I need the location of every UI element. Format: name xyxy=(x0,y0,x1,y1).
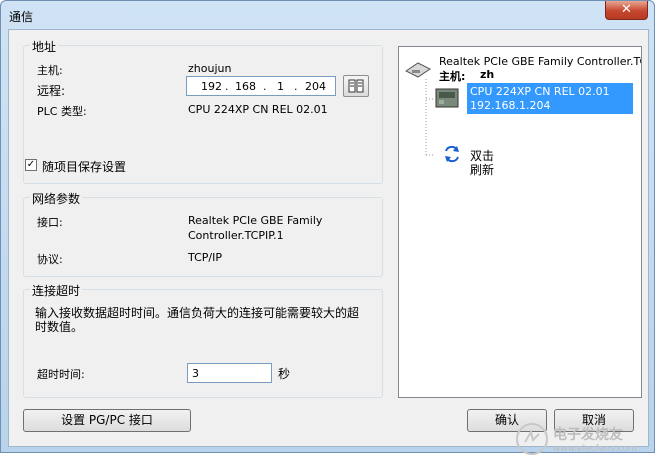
timeout-group-title: 连接超时 xyxy=(30,282,83,299)
timeout-description-line2: 时数值。 xyxy=(35,320,84,334)
timeout-description-line1: 输入接收数据超时时间。通信负荷大的连接可能需要较大的超 xyxy=(35,306,360,320)
plc-node-line1: CPU 224XP CN REL 02.01 xyxy=(470,85,610,98)
plc-icon xyxy=(435,88,459,108)
watermark: 电子发烧友 www.elecfans.com xyxy=(515,420,650,470)
protocol-value: TCP/IP xyxy=(188,251,222,264)
remote-label: 远程: xyxy=(37,84,66,98)
host-value: zhoujun xyxy=(188,62,232,75)
tree-plc-node[interactable]: CPU 224XP CN REL 02.01 192.168.1.204 xyxy=(467,83,633,114)
remote-ip-input[interactable]: 192 . 168 . 1 . 204 xyxy=(186,76,336,96)
interface-value-line1: Realtek PCIe GBE Family xyxy=(188,214,323,227)
tree-host-value: zh xyxy=(480,68,495,81)
address-group-title: 地址 xyxy=(30,38,59,55)
close-button[interactable]: ✕ xyxy=(605,1,648,20)
interface-label: 接口: xyxy=(37,216,63,229)
ip-dot: . xyxy=(294,80,298,93)
interface-value-line2: Controller.TCPIP.1 xyxy=(188,229,284,242)
plc-type-value: CPU 224XP CN REL 02.01 xyxy=(188,103,328,116)
address-book-button[interactable] xyxy=(343,75,369,97)
ip-octet-2[interactable]: 168 xyxy=(235,80,256,93)
window-title: 通信 xyxy=(9,10,34,24)
dialog-body: 地址 主机: zhoujun 远程: 192 . 168 . 1 . 204 P… xyxy=(8,29,649,455)
ip-octet-1[interactable]: 192 xyxy=(201,80,222,93)
set-pgpc-interface-button[interactable]: 设置 PG/PC 接口 xyxy=(23,409,191,432)
communication-dialog: 通信 ✕ 地址 主机: zhoujun 远程: 192 . 168 . 1 . … xyxy=(0,0,655,455)
host-label: 主机: xyxy=(37,64,63,77)
refresh-icon xyxy=(445,145,459,163)
protocol-label: 协议: xyxy=(37,253,63,266)
ip-octet-3[interactable]: 1 xyxy=(277,80,284,93)
timeout-label: 超时时间: xyxy=(37,368,85,381)
ip-octet-4[interactable]: 204 xyxy=(305,80,326,93)
plc-node-line2: 192.168.1.204 xyxy=(470,99,551,112)
network-card-icon xyxy=(405,62,431,78)
watermark-text: 电子发烧友 xyxy=(553,427,623,443)
save-settings-label[interactable]: 随项目保存设置 xyxy=(42,158,126,175)
book-icon xyxy=(348,79,364,93)
plc-type-label: PLC 类型: xyxy=(37,105,87,118)
title-bar[interactable]: 通信 ✕ xyxy=(1,1,654,29)
timeout-input[interactable]: 3 xyxy=(187,363,272,383)
ip-dot: . xyxy=(263,80,267,93)
save-settings-checkbox[interactable]: ✓ xyxy=(25,159,37,171)
tree-root-label[interactable]: Realtek PCIe GBE Family Controller.TCPI xyxy=(439,55,641,68)
timeout-unit: 秒 xyxy=(278,367,291,381)
ip-dot: . xyxy=(225,80,229,93)
network-group-title: 网络参数 xyxy=(30,190,83,207)
refresh-line2[interactable]: 刷新 xyxy=(470,161,494,178)
watermark-logo-icon xyxy=(516,423,548,455)
network-tree[interactable]: Realtek PCIe GBE Family Controller.TCPI … xyxy=(398,46,642,398)
